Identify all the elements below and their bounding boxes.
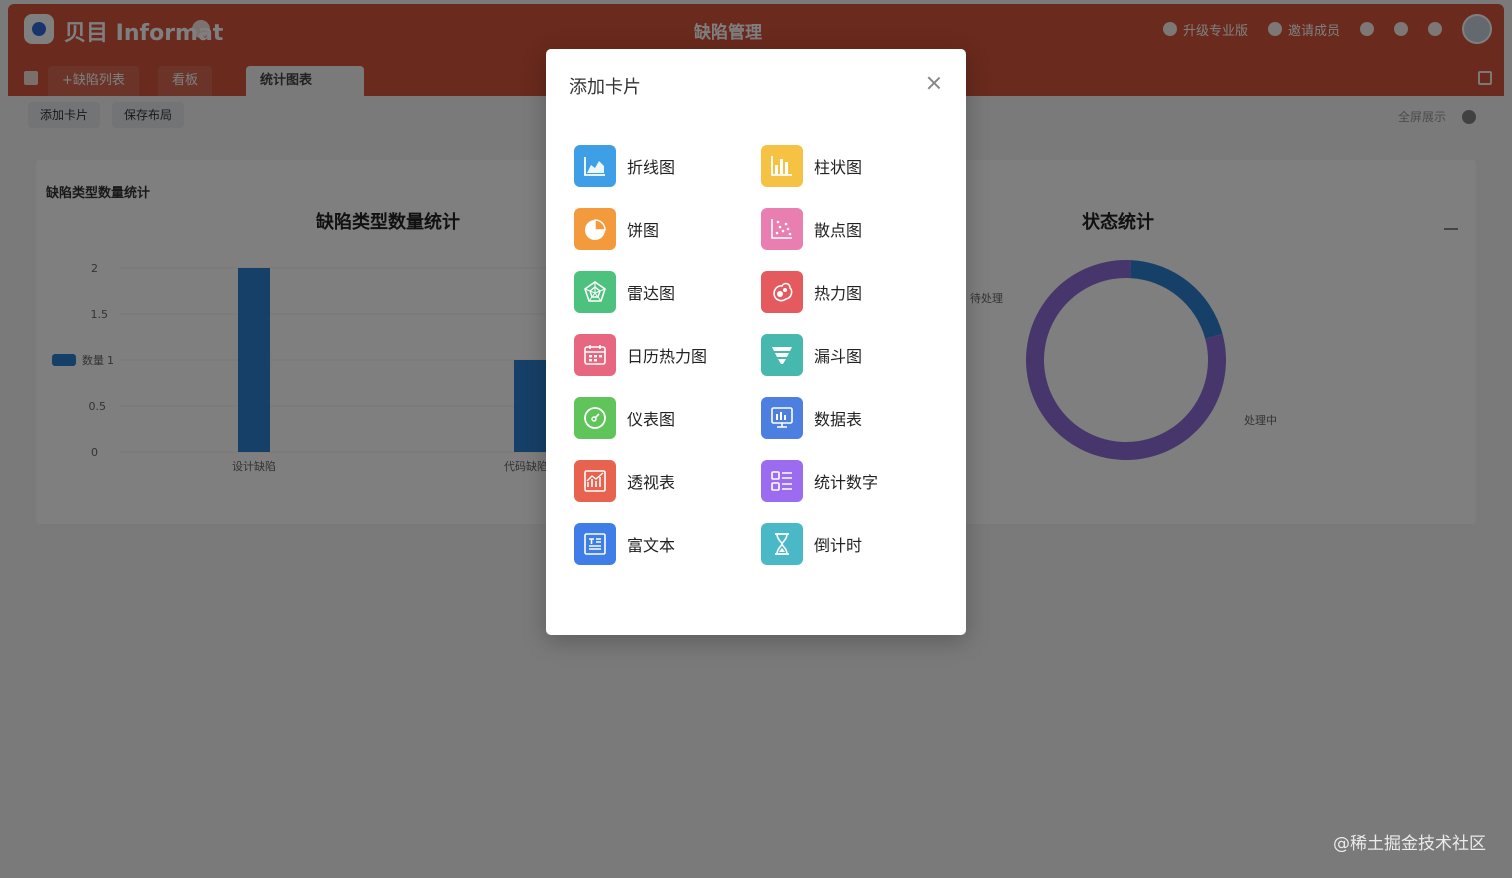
scatter-chart-icon (761, 208, 803, 250)
card-option-label: 仪表图 (627, 410, 676, 429)
card-option-gauge[interactable]: 仪表图 (574, 397, 761, 439)
card-option-data-table[interactable]: 数据表 (761, 397, 948, 439)
card-option-countdown[interactable]: 倒计时 (761, 523, 948, 565)
add-card-dialog: 添加卡片 折线图 柱状图 饼图 散点图 雷达图 热力图 日历热力图 漏斗图 仪表… (546, 49, 966, 635)
card-option-label: 热力图 (814, 284, 863, 303)
funnel-chart-icon (761, 334, 803, 376)
radar-chart-icon (574, 271, 616, 313)
card-option-label: 透视表 (627, 473, 676, 492)
card-option-label: 统计数字 (814, 473, 879, 492)
card-option-label: 饼图 (627, 221, 660, 240)
card-option-label: 数据表 (814, 410, 863, 429)
card-option-line-chart[interactable]: 折线图 (574, 145, 761, 187)
bar-chart-icon (761, 145, 803, 187)
watermark: @稀土掘金技术社区 (1333, 834, 1486, 854)
card-option-calendar-heatmap[interactable]: 日历热力图 (574, 334, 761, 376)
rich-text-icon (574, 523, 616, 565)
card-type-grid: 折线图 柱状图 饼图 散点图 雷达图 热力图 日历热力图 漏斗图 仪表图 数据表… (574, 145, 954, 565)
pivot-table-icon (574, 460, 616, 502)
card-option-label: 漏斗图 (814, 347, 863, 366)
countdown-icon (761, 523, 803, 565)
pie-chart-icon (574, 208, 616, 250)
card-option-label: 雷达图 (627, 284, 676, 303)
card-option-label: 散点图 (814, 221, 863, 240)
statistic-number-icon (761, 460, 803, 502)
card-option-label: 折线图 (627, 158, 676, 177)
data-table-icon (761, 397, 803, 439)
card-option-scatter-chart[interactable]: 散点图 (761, 208, 948, 250)
gauge-icon (574, 397, 616, 439)
close-icon[interactable] (926, 75, 942, 91)
card-option-statistic-number[interactable]: 统计数字 (761, 460, 948, 502)
line-chart-icon (574, 145, 616, 187)
card-option-label: 富文本 (627, 536, 676, 555)
card-option-funnel-chart[interactable]: 漏斗图 (761, 334, 948, 376)
card-option-pie-chart[interactable]: 饼图 (574, 208, 761, 250)
card-option-pivot-table[interactable]: 透视表 (574, 460, 761, 502)
card-option-label: 倒计时 (814, 536, 863, 555)
heatmap-icon (761, 271, 803, 313)
card-option-label: 日历热力图 (627, 347, 708, 366)
card-option-heatmap[interactable]: 热力图 (761, 271, 948, 313)
card-option-bar-chart[interactable]: 柱状图 (761, 145, 948, 187)
card-option-rich-text[interactable]: 富文本 (574, 523, 761, 565)
card-option-label: 柱状图 (814, 158, 863, 177)
card-option-radar-chart[interactable]: 雷达图 (574, 271, 761, 313)
calendar-heatmap-icon (574, 334, 616, 376)
dialog-title: 添加卡片 (569, 77, 641, 98)
